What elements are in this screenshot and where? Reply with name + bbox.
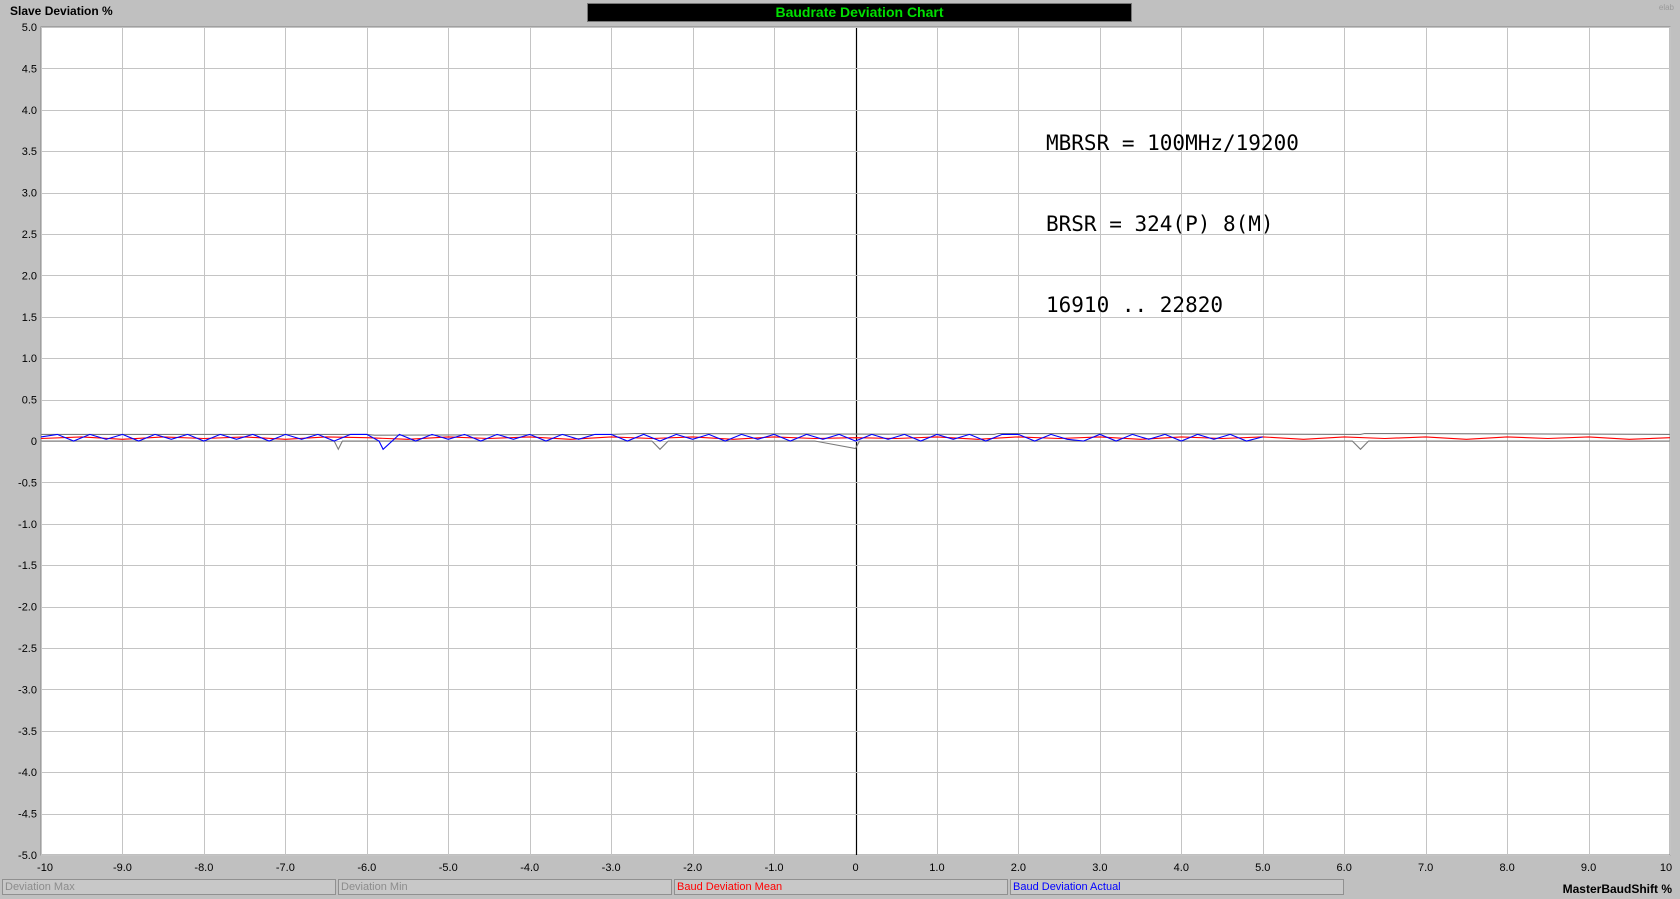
y-tick-label: 5.0 [22, 22, 37, 34]
y-tick-label: 2.0 [22, 270, 37, 282]
x-tick-label: -10 [37, 862, 53, 874]
y-tick-label: 3.5 [22, 146, 37, 158]
x-tick-label: -8.0 [194, 862, 213, 874]
x-tick-label: 6.0 [1337, 862, 1352, 874]
y-tick-label: -1.5 [18, 560, 37, 572]
y-tick-label: 0 [31, 436, 37, 448]
x-tick-label: 1.0 [929, 862, 944, 874]
y-tick-label: 1.0 [22, 353, 37, 365]
chart-annotation: MBRSR = 100MHz/19200 BRSR = 324(P) 8(M) … [1046, 76, 1299, 346]
x-tick-label: -7.0 [276, 862, 295, 874]
chart-plot: -10 -9.0 -8.0 -7.0 -6.0 -5.0 -4.0 -3.0 -2.0 -1.0 0… [18, 22, 1672, 874]
y-tick-label: -2.0 [18, 602, 37, 614]
x-tick-label: -5.0 [439, 862, 458, 874]
y-tick-label: -4.5 [18, 809, 37, 821]
y-tick-label: 2.5 [22, 229, 37, 241]
annotation-line-1: MBRSR = 100MHz/19200 [1046, 131, 1299, 155]
x-tick-label: 4.0 [1174, 862, 1189, 874]
x-tick-label: -1.0 [765, 862, 784, 874]
y-tick-label: 3.0 [22, 188, 37, 200]
x-tick-label: -3.0 [602, 862, 621, 874]
y-tick-label: -5.0 [18, 850, 37, 862]
legend-item-baud-deviation-mean[interactable]: Baud Deviation Mean [674, 879, 1008, 895]
legend-item-deviation-max[interactable]: Deviation Max [2, 879, 336, 895]
legend-item-baud-deviation-actual[interactable]: Baud Deviation Actual [1010, 879, 1344, 895]
annotation-line-2: BRSR = 324(P) 8(M) [1046, 212, 1274, 236]
x-tick-label: 10 [1660, 862, 1672, 874]
y-tick-label: -3.5 [18, 726, 37, 738]
y-tick-label: -0.5 [18, 477, 37, 489]
y-tick-label: -1.0 [18, 519, 37, 531]
y-tick-label: 0.5 [22, 395, 37, 407]
x-tick-label: -4.0 [520, 862, 539, 874]
x-axis-title: MasterBaudShift % [1562, 882, 1672, 896]
x-tick-label: 2.0 [1011, 862, 1026, 874]
y-tick-label: -3.0 [18, 684, 37, 696]
x-tick-label: 9.0 [1581, 862, 1596, 874]
x-tick-label: -6.0 [357, 862, 376, 874]
annotation-line-3: 16910 .. 22820 [1046, 293, 1224, 317]
legend: Deviation Max Deviation Min Baud Deviati… [2, 879, 1346, 895]
x-tick-label: 0 [852, 862, 858, 874]
x-tick-label: 3.0 [1092, 862, 1107, 874]
x-tick-label: -9.0 [113, 862, 132, 874]
x-tick-label: 8.0 [1499, 862, 1514, 874]
x-tick-label: 7.0 [1418, 862, 1433, 874]
y-tick-label: -4.0 [18, 767, 37, 779]
y-tick-label: 4.0 [22, 105, 37, 117]
y-tick-label: 1.5 [22, 312, 37, 324]
y-tick-label: 4.5 [22, 63, 37, 75]
legend-item-deviation-min[interactable]: Deviation Min [338, 879, 672, 895]
x-tick-label: -2.0 [683, 862, 702, 874]
x-tick-label: 5.0 [1255, 862, 1270, 874]
y-tick-label: -2.5 [18, 643, 37, 655]
